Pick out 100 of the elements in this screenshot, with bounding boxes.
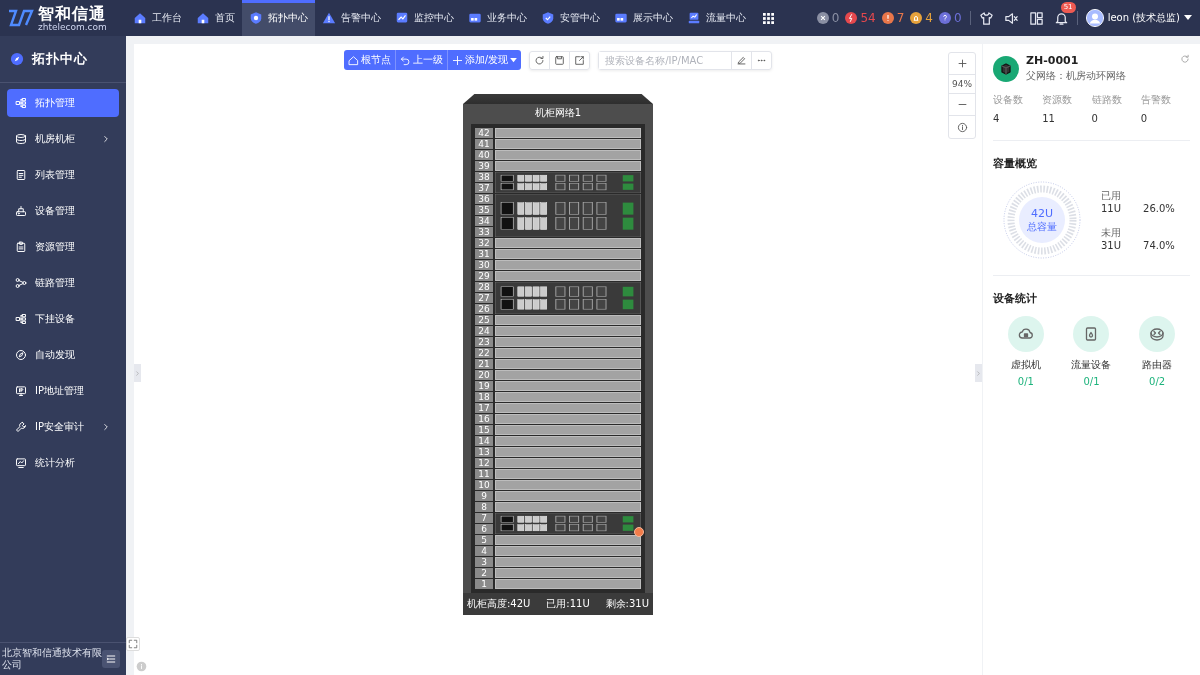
nav-tab[interactable]: 业务中心 — [461, 0, 534, 36]
add-discover-button[interactable]: 添加/发现 — [446, 50, 522, 70]
alert-level-icon[interactable] — [845, 12, 858, 24]
grid-icon[interactable] — [763, 12, 774, 24]
sidebar-item[interactable]: 拓扑管理 — [7, 89, 119, 117]
card-icon — [614, 11, 628, 25]
router-icon — [1149, 326, 1166, 342]
total-label: 总容量 — [1027, 219, 1057, 234]
nav-tab[interactable]: 监控中心 — [388, 0, 461, 36]
device-type: 虚拟机 — [1010, 358, 1041, 372]
stat-label: 链路数 — [1091, 93, 1123, 107]
cloud-icon — [1017, 326, 1034, 342]
menu-icon — [105, 653, 117, 665]
server-icon — [15, 133, 27, 145]
sidebar-item[interactable]: 列表管理 — [7, 161, 119, 189]
collapse-handle[interactable] — [975, 364, 982, 382]
unit-number: 11 — [475, 469, 493, 479]
caret-icon[interactable] — [1184, 15, 1192, 21]
nav-tab[interactable]: 流量中心 — [680, 0, 753, 36]
undo-icon — [399, 54, 411, 66]
user-name[interactable]: leon (技术总监) — [1107, 11, 1180, 25]
stat-value: 0 — [1140, 113, 1149, 124]
unit-number: 23 — [475, 337, 493, 347]
alert-level-icon[interactable] — [816, 12, 829, 24]
sidebar-item[interactable]: 设备管理 — [7, 197, 119, 225]
rack-title: 机柜网络1 — [533, 106, 583, 120]
menu-button[interactable] — [102, 650, 120, 668]
shield-icon — [249, 11, 263, 25]
stat-label: 设备数 — [993, 93, 1024, 107]
rack-stat: 已用:11U — [546, 597, 590, 611]
alert-level-icon[interactable] — [939, 12, 951, 24]
alert-level-icon[interactable] — [910, 12, 923, 24]
unit-number: 26 — [475, 304, 493, 314]
refresh-icon — [1180, 54, 1190, 64]
unit-number: 13 — [475, 447, 493, 457]
unit-number: 24 — [475, 326, 493, 336]
company-name: 北京智和信通技术有限公司 — [2, 647, 102, 671]
fullscreen-button[interactable] — [126, 637, 140, 651]
sidebar-item[interactable]: 机房机柜 — [7, 125, 119, 153]
search-field[interactable]: 搜索设备名称/IP/MAC — [598, 50, 773, 70]
device-icon — [15, 205, 27, 217]
unit-number: 8 — [475, 502, 493, 512]
logo-name: 智和信通 — [38, 4, 107, 22]
nav-tab[interactable]: 告警中心 — [315, 0, 388, 36]
logo-domain: zhtelecom.com — [38, 21, 107, 32]
export-icon — [574, 54, 586, 66]
unit-number: 34 — [475, 216, 493, 226]
sidebar-item[interactable]: 链路管理 — [7, 269, 119, 297]
nav-tab[interactable]: 展示中心 — [607, 0, 680, 36]
chevron-right-icon — [134, 369, 141, 377]
unit-number: 42 — [475, 128, 493, 138]
nav-tab[interactable]: 工作台 — [126, 0, 189, 36]
unit-number: 6 — [475, 524, 493, 534]
avatar-icon[interactable] — [1085, 9, 1104, 27]
compass-icon — [15, 349, 27, 361]
clipboard-icon — [15, 241, 27, 253]
unit-number: 7 — [475, 513, 493, 523]
unit-number: 14 — [475, 436, 493, 446]
sidebar-item[interactable]: IP安全审计 — [7, 413, 119, 441]
nav-tab[interactable]: 安管中心 — [534, 0, 607, 36]
unit-number: 30 — [475, 260, 493, 270]
unit-number: 36 — [475, 194, 493, 204]
plus-icon — [451, 54, 463, 66]
stat-label: 告警数 — [1140, 93, 1172, 107]
unit-number: 27 — [475, 293, 493, 303]
sidebar-item[interactable]: 下挂设备 — [7, 305, 119, 333]
chevron-right-icon — [975, 369, 982, 377]
unit-number: 37 — [475, 183, 493, 193]
up-level-button[interactable]: 上一级 — [394, 50, 447, 70]
chart-icon — [395, 11, 409, 25]
monitor-icon — [15, 385, 27, 397]
shirt-icon — [978, 10, 994, 26]
device-type: 流量设备 — [1071, 358, 1112, 372]
nav-tab[interactable]: 首页 — [189, 0, 242, 36]
capacity-percent: 74.0% — [1143, 240, 1175, 251]
unit-number: 12 — [475, 458, 493, 468]
sidebar-item[interactable]: 资源管理 — [7, 233, 119, 261]
sidebar-item[interactable]: 自动发现 — [7, 341, 119, 369]
unit-number: 22 — [475, 348, 493, 358]
info-icon — [956, 121, 968, 133]
nav-tab[interactable]: 拓扑中心 — [242, 0, 315, 36]
unit-number: 9 — [475, 491, 493, 501]
shield-icon — [541, 11, 555, 25]
refresh-icon — [534, 54, 546, 66]
unit-number: 17 — [475, 403, 493, 413]
capacity-value: 11U — [1101, 203, 1122, 214]
stat-value: 4 — [993, 113, 1001, 124]
stat-label: 资源数 — [1042, 93, 1074, 107]
mute-icon — [1003, 10, 1019, 26]
unit-number: 3 — [475, 557, 493, 567]
document-icon — [15, 169, 27, 181]
sidebar-item[interactable]: 统计分析 — [7, 449, 119, 477]
alert-count: 54 — [860, 11, 876, 25]
alert-level-icon[interactable] — [881, 12, 894, 24]
rack-stat: 剩余:31U — [605, 597, 649, 611]
collapse-handle[interactable] — [134, 364, 141, 382]
root-node-button[interactable]: 根节点 — [343, 50, 395, 70]
logo-icon — [8, 8, 34, 28]
sidebar-item[interactable]: IP地址管理 — [7, 377, 119, 405]
unit-number: 1 — [475, 579, 493, 589]
